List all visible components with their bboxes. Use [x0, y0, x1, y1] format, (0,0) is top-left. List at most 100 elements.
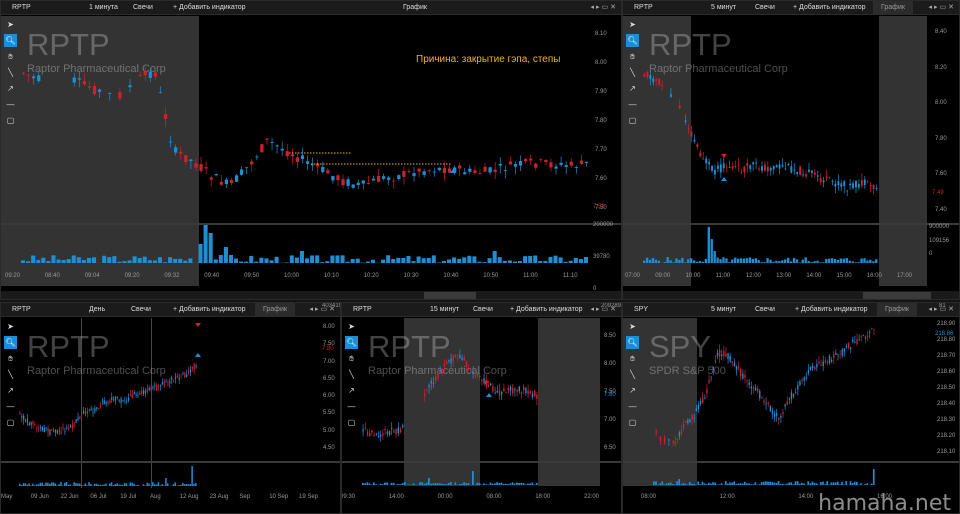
- candle-body: [90, 408, 92, 411]
- volume-bar: [183, 260, 188, 263]
- volume-bar: [172, 484, 175, 486]
- volume-bar: [173, 258, 178, 263]
- volume-bar: [187, 484, 190, 486]
- candle-body: [797, 385, 799, 390]
- candle-body: [659, 437, 662, 442]
- volume-bar: [731, 259, 734, 263]
- volume-bar: [472, 471, 474, 485]
- candle-body: [680, 430, 683, 434]
- volume-bar: [497, 257, 502, 263]
- candle-body: [427, 170, 431, 172]
- time-axis-label: 13:00: [776, 273, 792, 279]
- candle-body: [749, 165, 752, 169]
- signal-marker: [721, 154, 727, 158]
- candle-body: [387, 177, 391, 180]
- candle-body: [533, 390, 536, 396]
- volume-bar: [384, 482, 386, 485]
- candle-body: [187, 370, 190, 374]
- candle-body: [382, 433, 384, 436]
- volume-bar: [724, 481, 727, 485]
- candle-body: [816, 363, 818, 368]
- candle-body: [417, 168, 421, 172]
- candle-body: [21, 72, 26, 74]
- volume-bar: [392, 482, 395, 485]
- pane-separator[interactable]: [1, 223, 621, 225]
- price-axis-label: 8.00: [604, 361, 616, 367]
- volume-bar: [178, 485, 180, 486]
- candle-body: [813, 172, 816, 175]
- candle-body: [790, 166, 793, 173]
- volume-bar: [33, 485, 36, 486]
- candle-body: [99, 405, 102, 407]
- candle-body: [655, 79, 658, 81]
- candle-body: [113, 399, 115, 401]
- time-axis-label: 10:20: [363, 273, 379, 279]
- candle-body: [520, 392, 523, 394]
- volume-bar: [362, 482, 364, 485]
- volume-bar: [518, 482, 520, 485]
- candle-body: [763, 400, 765, 403]
- volume-bar: [90, 483, 92, 486]
- time-axis-label: 11:10: [563, 273, 578, 279]
- candle-body: [746, 380, 748, 382]
- volume-bar: [373, 482, 375, 485]
- volume-bar: [167, 483, 169, 486]
- candle-body: [439, 370, 441, 372]
- volume-bar: [142, 256, 147, 263]
- candle-body: [799, 166, 802, 175]
- candle-body: [847, 343, 850, 349]
- candle-body: [255, 156, 259, 158]
- candle-body: [474, 375, 477, 377]
- volume-axis-label: 403419: [322, 303, 341, 309]
- candle-body: [481, 379, 483, 381]
- candle-body: [793, 169, 796, 171]
- candle-body: [782, 412, 784, 414]
- volume-bar: [249, 255, 254, 263]
- volume-bar: [423, 483, 426, 485]
- candle-body: [75, 419, 77, 423]
- volume-bar: [701, 261, 705, 263]
- volume-bar: [61, 259, 66, 263]
- volume-bar: [203, 225, 208, 263]
- candle-body: [852, 183, 854, 189]
- candle-body: [129, 394, 132, 396]
- volume-bar: [842, 258, 846, 263]
- candle-body: [182, 373, 184, 375]
- volume-axis-label: 81: [939, 303, 946, 309]
- navigator-window[interactable]: [424, 292, 476, 299]
- candle-body: [663, 437, 666, 443]
- time-axis-label: 10:10: [323, 273, 339, 279]
- signal-marker: [195, 323, 201, 327]
- pane-separator[interactable]: [623, 461, 959, 463]
- pane-separator[interactable]: [1, 461, 340, 463]
- volume-bar: [189, 484, 192, 486]
- candle-body: [682, 424, 685, 429]
- volume-bar: [692, 260, 696, 263]
- volume-bar: [125, 483, 128, 486]
- price-axis-label: 7.60: [935, 171, 947, 178]
- candle-body: [871, 328, 873, 329]
- candle-body: [850, 347, 852, 349]
- candle-body: [860, 336, 862, 338]
- pane-separator[interactable]: [623, 223, 959, 225]
- volume-bar: [118, 484, 120, 486]
- candle-body: [655, 430, 657, 434]
- time-axis-label: 23 Aug: [209, 494, 229, 500]
- candle-body: [77, 417, 79, 421]
- candle-body: [386, 431, 389, 434]
- navigator-window[interactable]: [863, 292, 931, 299]
- volume-bar: [583, 257, 588, 263]
- time-axis-label: 08:00: [641, 494, 657, 500]
- volume-bar: [93, 483, 96, 486]
- volume-bar: [41, 257, 46, 263]
- candle-body: [862, 335, 865, 337]
- volume-bar: [529, 483, 531, 485]
- volume-bar: [355, 258, 360, 263]
- candle-body: [763, 164, 766, 171]
- pane-separator[interactable]: [342, 461, 621, 463]
- candle-body: [219, 181, 223, 185]
- navigator-bar[interactable]: [1, 291, 621, 299]
- candle-body: [204, 167, 208, 169]
- candle-body: [527, 390, 529, 395]
- volume-bar: [26, 261, 31, 263]
